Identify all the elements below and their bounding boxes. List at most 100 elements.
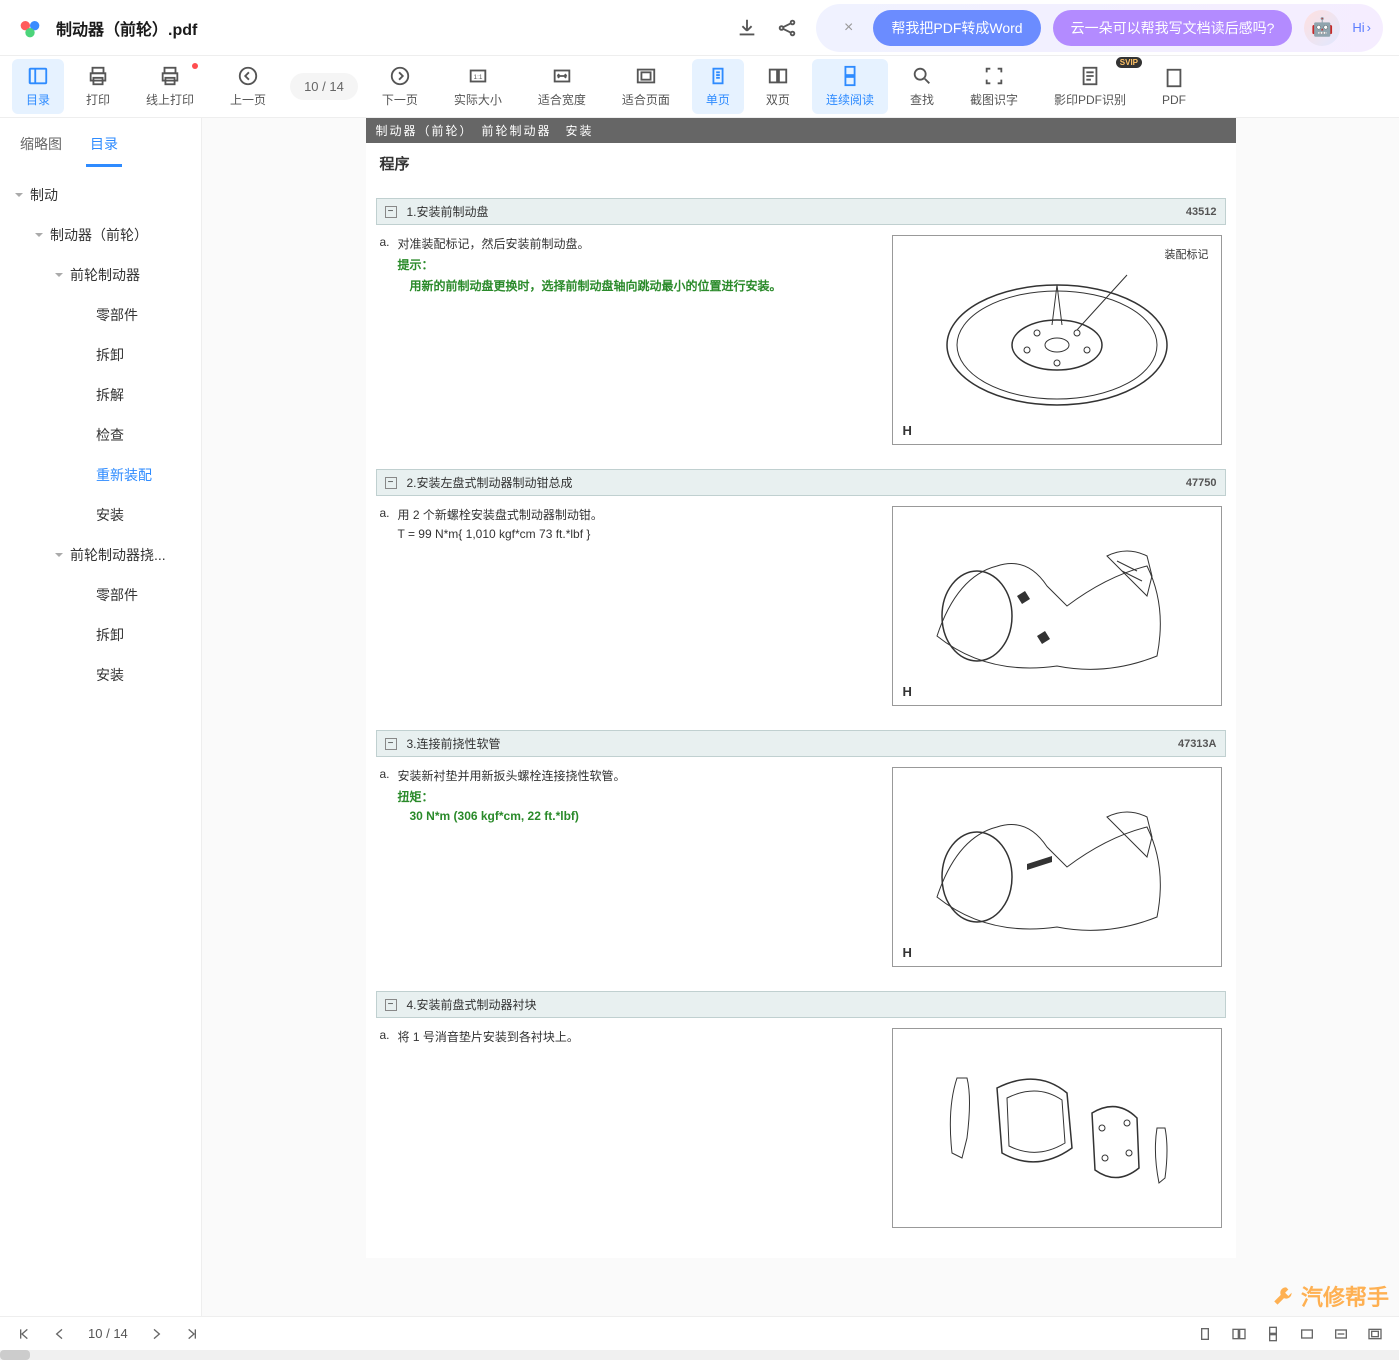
tool-label: 适合页面 <box>622 91 670 108</box>
tool-single-page[interactable]: 单页 <box>692 59 744 114</box>
step-text: a.对准装配标记，然后安装前制动盘。 提示： 用新的前制动盘更换时，选择前制动盘… <box>380 235 876 445</box>
view-single-icon[interactable] <box>1197 1326 1213 1342</box>
step-figure <box>892 1028 1222 1228</box>
svip-badge: SVIP <box>1116 57 1142 68</box>
last-page-icon[interactable] <box>184 1326 200 1342</box>
page-indicator[interactable]: 10 / 14 <box>290 73 358 100</box>
view-actual-icon[interactable] <box>1299 1326 1315 1342</box>
tool-pdf-ocr[interactable]: SVIP 影印PDF识别 <box>1040 59 1140 114</box>
pdf-page: 制动器（前轮） 前轮制动器 安装 程序 −1.安装前制动盘43512 a.对准装… <box>366 118 1236 1258</box>
promo-ai-button[interactable]: 云一朵可以帮我写文档读后感吗? <box>1053 10 1293 46</box>
toolbar: 目录 打印 线上打印 上一页 10 / 14 下一页 1:1实际大小 适合宽度 … <box>0 56 1399 118</box>
tool-pdf-more[interactable]: PDF <box>1148 61 1200 113</box>
share-icon[interactable] <box>776 17 798 39</box>
tool-label: 影印PDF识别 <box>1054 91 1126 108</box>
tool-label: 下一页 <box>382 91 418 108</box>
chevron-down-icon <box>54 550 64 560</box>
app-logo-icon <box>16 14 44 42</box>
tool-print[interactable]: 打印 <box>72 59 124 114</box>
tool-actual-size[interactable]: 1:1 实际大小 <box>440 59 516 114</box>
footer-bar: 10 / 14 <box>0 1316 1399 1350</box>
view-fitwidth-icon[interactable] <box>1333 1326 1349 1342</box>
step-title: 1.安装前制动盘 <box>407 203 489 220</box>
tool-double-page[interactable]: 双页 <box>752 59 804 114</box>
tool-label: 单页 <box>706 91 730 108</box>
tool-online-print[interactable]: 线上打印 <box>132 59 208 114</box>
figure-marker: H <box>903 423 912 438</box>
next-page-icon[interactable] <box>148 1326 164 1342</box>
step-figure: H <box>892 767 1222 967</box>
first-page-icon[interactable] <box>16 1326 32 1342</box>
tool-prev-page[interactable]: 上一页 <box>216 59 280 114</box>
horizontal-scrollbar[interactable] <box>0 1350 1399 1360</box>
tool-label: 目录 <box>26 91 50 108</box>
tool-label: 连续阅读 <box>826 91 874 108</box>
tool-label: 查找 <box>910 91 934 108</box>
step-text: a.用 2 个新螺栓安装盘式制动器制动钳。 T = 99 N*m{ 1,010 … <box>380 506 876 706</box>
page-breadcrumb: 制动器（前轮） 前轮制动器 安装 <box>366 118 1236 143</box>
collapse-icon[interactable]: − <box>385 206 397 218</box>
tree-item[interactable]: 前轮制动器 <box>0 255 201 295</box>
collapse-icon[interactable]: − <box>385 738 397 750</box>
avatar-icon[interactable]: 🤖 <box>1304 10 1340 46</box>
tree-item-selected[interactable]: 重新装配 <box>0 455 201 495</box>
tab-thumbnails[interactable]: 缩略图 <box>16 126 66 167</box>
step-figure: H <box>892 506 1222 706</box>
step-title: 3.连接前挠性软管 <box>407 735 501 752</box>
tool-fit-width[interactable]: 适合宽度 <box>524 59 600 114</box>
chevron-down-icon <box>54 270 64 280</box>
tree-item[interactable]: 前轮制动器挠... <box>0 535 201 575</box>
brake-rotor-illustration <box>927 255 1187 425</box>
tree-item[interactable]: 制动器（前轮） <box>0 215 201 255</box>
tool-label: 实际大小 <box>454 91 502 108</box>
scroll-thumb[interactable] <box>0 1350 30 1360</box>
tool-continuous[interactable]: 连续阅读 <box>812 59 888 114</box>
view-double-icon[interactable] <box>1231 1326 1247 1342</box>
tree-item[interactable]: 安装 <box>0 495 201 535</box>
tree-item[interactable]: 检查 <box>0 415 201 455</box>
document-viewer[interactable]: 制动器（前轮） 前轮制动器 安装 程序 −1.安装前制动盘43512 a.对准装… <box>202 118 1399 1316</box>
step-code: 43512 <box>1186 206 1217 218</box>
tool-label: 线上打印 <box>146 91 194 108</box>
svg-text:1:1: 1:1 <box>473 74 482 81</box>
tree-item[interactable]: 拆解 <box>0 375 201 415</box>
tool-find[interactable]: 查找 <box>896 59 948 114</box>
procedure-title: 程序 <box>366 143 1236 184</box>
promo-close-icon[interactable]: × <box>836 19 861 37</box>
prev-page-icon[interactable] <box>52 1326 68 1342</box>
step-title: 2.安装左盘式制动器制动钳总成 <box>407 474 573 491</box>
tree-item[interactable]: 零部件 <box>0 575 201 615</box>
promo-convert-button[interactable]: 帮我把PDF转成Word <box>873 10 1040 46</box>
toc-tree: 制动 制动器（前轮） 前轮制动器 零部件 拆卸 拆解 检查 重新装配 安装 前轮… <box>0 167 201 1316</box>
tool-label: 截图识字 <box>970 91 1018 108</box>
tool-label: 上一页 <box>230 91 266 108</box>
step-title: 4.安装前盘式制动器衬块 <box>407 996 537 1013</box>
promo-banner: × 帮我把PDF转成Word 云一朵可以帮我写文档读后感吗? 🤖 Hi› <box>816 4 1383 52</box>
tool-fit-page[interactable]: 适合页面 <box>608 59 684 114</box>
view-continuous-icon[interactable] <box>1265 1326 1281 1342</box>
figure-marker: H <box>903 684 912 699</box>
tree-item[interactable]: 安装 <box>0 655 201 695</box>
tree-item[interactable]: 制动 <box>0 175 201 215</box>
brake-pad-illustration <box>907 1038 1207 1218</box>
step-header: −3.连接前挠性软管 47313A <box>376 730 1226 757</box>
hose-connection-illustration <box>907 777 1207 957</box>
tree-item[interactable]: 零部件 <box>0 295 201 335</box>
tool-label: 适合宽度 <box>538 91 586 108</box>
tab-toc[interactable]: 目录 <box>86 126 122 167</box>
view-fitpage-icon[interactable] <box>1367 1326 1383 1342</box>
tree-item[interactable]: 拆卸 <box>0 615 201 655</box>
tool-next-page[interactable]: 下一页 <box>368 59 432 114</box>
tool-label: PDF <box>1162 93 1186 107</box>
tree-item[interactable]: 拆卸 <box>0 335 201 375</box>
step-text: a.安装新衬垫并用新扳头螺栓连接挠性软管。 扭矩： 30 N*m (306 kg… <box>380 767 876 967</box>
hi-badge[interactable]: Hi› <box>1352 20 1371 35</box>
download-icon[interactable] <box>736 17 758 39</box>
watermark: 汽修帮手 <box>1271 1280 1389 1312</box>
collapse-icon[interactable]: − <box>385 477 397 489</box>
step-header: −2.安装左盘式制动器制动钳总成47750 <box>376 469 1226 496</box>
step-code: 47313A <box>1178 738 1217 750</box>
tool-ocr-crop[interactable]: 截图识字 <box>956 59 1032 114</box>
collapse-icon[interactable]: − <box>385 999 397 1011</box>
tool-catalog[interactable]: 目录 <box>12 59 64 114</box>
